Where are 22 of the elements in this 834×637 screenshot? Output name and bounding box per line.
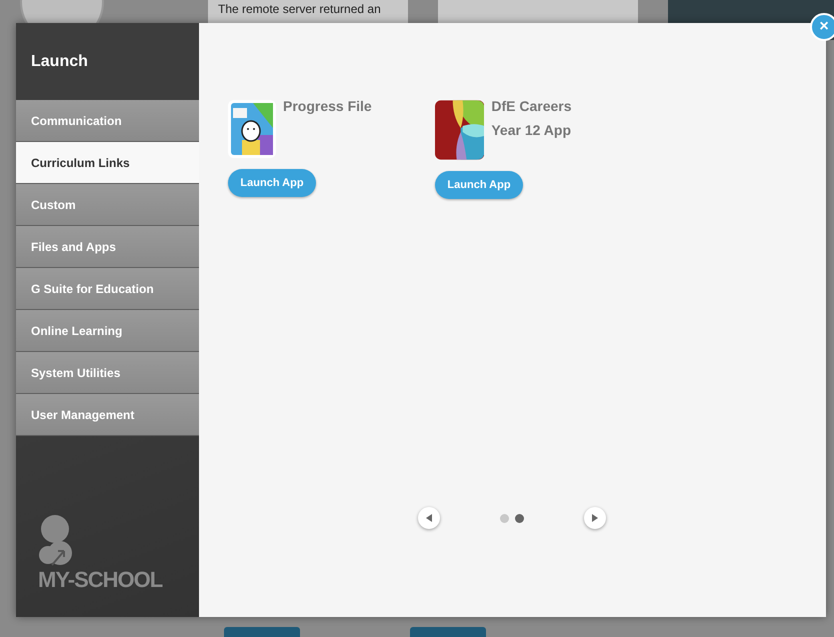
category-item[interactable]: Files and Apps — [16, 226, 199, 268]
page-dot[interactable] — [515, 514, 524, 522]
category-item[interactable]: Online Learning — [16, 310, 199, 352]
category-item[interactable]: Curriculum Links — [16, 142, 199, 184]
cartoon-face-app-icon — [228, 100, 276, 158]
sidebar-title: Launch — [16, 23, 199, 100]
category-item[interactable]: G Suite for Education — [16, 268, 199, 310]
previous-button[interactable] — [418, 507, 440, 529]
right-triangle-icon — [592, 514, 598, 522]
app-name: Progress File — [283, 97, 373, 116]
category-item[interactable]: User Management — [16, 394, 199, 436]
app-name: DfE Careers Year 12 App — [491, 97, 573, 140]
launch-app-button[interactable]: Launch App — [228, 169, 316, 197]
category-item[interactable]: Custom — [16, 184, 199, 226]
petal-logo-app-icon — [435, 100, 484, 160]
logo-text: MY-SCHOOL — [38, 567, 164, 593]
left-triangle-icon — [426, 514, 432, 522]
page-dot[interactable] — [500, 514, 509, 522]
launch-app-button[interactable]: Launch App — [435, 171, 523, 199]
next-button[interactable] — [584, 507, 606, 529]
category-item[interactable]: System Utilities — [16, 352, 199, 394]
category-item[interactable]: Communication — [16, 100, 199, 142]
